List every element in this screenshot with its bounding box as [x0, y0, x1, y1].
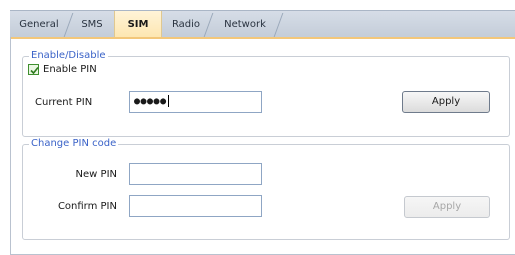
new-pin-input[interactable]	[129, 163, 262, 185]
tab-strip: General SMS SIM Radio Network	[10, 10, 515, 38]
confirm-pin-input[interactable]	[129, 195, 262, 217]
tab-sms[interactable]: SMS	[70, 11, 114, 38]
apply-enable-button-label: Apply	[431, 96, 461, 107]
tab-sim-label: SIM	[127, 19, 149, 30]
checkmark-icon	[30, 66, 39, 75]
confirm-pin-label: Confirm PIN	[57, 201, 117, 212]
tab-network-label: Network	[224, 19, 266, 30]
active-tab-underline	[11, 37, 515, 39]
tab-sms-label: SMS	[81, 19, 103, 30]
sim-settings-window: General SMS SIM Radio Network Enable/Dis…	[0, 0, 515, 255]
tab-radio-label: Radio	[171, 19, 201, 30]
current-pin-value: ●●●●●	[134, 96, 167, 107]
enable-disable-group: Enable/Disable Enable PIN Current PIN ●●…	[22, 50, 510, 137]
sim-tab-pane: Enable/Disable Enable PIN Current PIN ●●…	[10, 37, 515, 255]
change-pin-group: Change PIN code New PIN Confirm PIN Appl…	[22, 138, 510, 240]
enable-pin-checkbox[interactable]	[28, 64, 39, 75]
apply-change-pin-button[interactable]: Apply	[404, 196, 490, 218]
tab-general-label: General	[19, 19, 59, 30]
current-pin-label: Current PIN	[35, 97, 93, 108]
new-pin-label: New PIN	[75, 169, 117, 180]
enable-pin-label: Enable PIN	[43, 64, 97, 75]
text-caret	[167, 95, 169, 107]
apply-change-pin-button-label: Apply	[432, 201, 462, 212]
enable-disable-group-title: Enable/Disable	[29, 50, 108, 62]
tab-radio[interactable]: Radio	[162, 11, 214, 38]
tab-network[interactable]: Network	[214, 11, 284, 38]
apply-enable-button[interactable]: Apply	[402, 91, 490, 113]
change-pin-group-title: Change PIN code	[29, 138, 119, 150]
current-pin-input[interactable]: ●●●●●	[129, 91, 262, 113]
tab-general[interactable]: General	[10, 11, 74, 38]
tab-sim[interactable]: SIM	[114, 11, 162, 38]
